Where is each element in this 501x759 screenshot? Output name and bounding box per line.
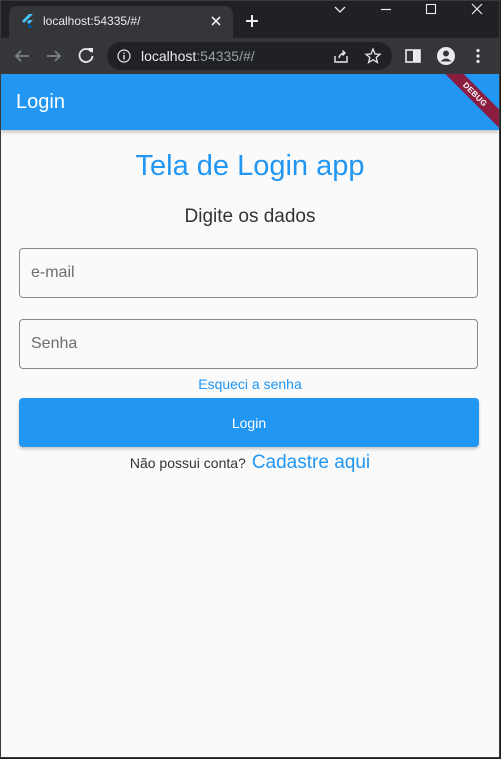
page-title: Tela de Login app [135,150,365,182]
signup-question: Não possui conta? [129,455,246,471]
tab-title: localhost:54335/#/ [43,14,141,28]
bookmark-star-icon[interactable] [364,47,382,65]
browser-tab[interactable]: localhost:54335/#/ [9,6,233,38]
profile-avatar-icon[interactable] [436,46,456,66]
share-icon[interactable] [332,47,350,65]
flutter-favicon-icon [22,14,33,28]
url-host: localhost [141,48,197,64]
app-bar-title: Login [16,91,65,113]
more-menu-icon[interactable] [468,46,488,66]
password-field[interactable] [19,319,478,369]
tab-search-chevron-icon[interactable] [317,1,363,19]
site-info-icon[interactable] [117,49,131,63]
debug-banner: DEBUG [435,74,499,135]
side-panel-icon[interactable] [403,46,423,66]
maximize-icon[interactable] [408,1,454,19]
tab-strip: localhost:54335/#/ [1,1,499,38]
forgot-password-link[interactable]: Esqueci a senha [1,376,499,392]
new-tab-icon[interactable] [241,10,263,32]
page-subtitle: Digite os dados [184,206,316,227]
url-path: :54335/#/ [196,48,255,64]
signup-row: Não possui conta? Cadastre aqui [1,452,499,474]
forward-arrow-icon[interactable] [41,43,67,69]
app-bar: Login DEBUG [1,74,499,135]
email-field[interactable] [19,248,478,298]
reload-icon[interactable] [73,43,99,69]
back-arrow-icon[interactable] [9,43,35,69]
url-text: localhost:54335/#/ [141,48,255,64]
minimize-icon[interactable] [363,1,409,19]
signup-link[interactable]: Cadastre aqui [252,452,370,473]
browser-window: localhost:54335/#/ localhost:54335/#/ Lo… [0,0,500,758]
address-bar[interactable]: localhost:54335/#/ [107,42,392,70]
close-tab-icon[interactable] [207,12,225,30]
login-button[interactable]: Login [19,398,479,447]
close-window-icon[interactable] [454,1,500,19]
app-viewport: Login DEBUG Tela de Login app Digite os … [1,74,499,757]
browser-toolbar: localhost:54335/#/ [1,38,499,74]
